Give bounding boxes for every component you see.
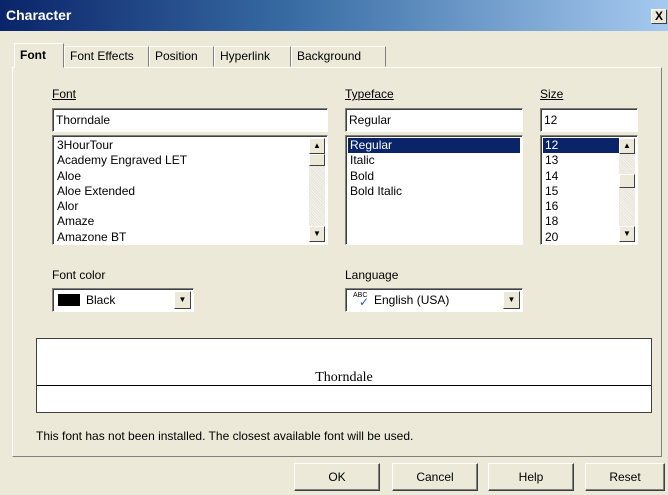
- character-dialog: Character X Font Font Effects Position H…: [0, 0, 668, 495]
- tab-background[interactable]: Background: [291, 46, 386, 67]
- font-color-value: Black: [86, 293, 116, 307]
- tab-hyperlink[interactable]: Hyperlink: [214, 46, 291, 67]
- dropdown-button[interactable]: ▼: [174, 291, 191, 309]
- font-list-item[interactable]: Academy Engraved LET: [55, 153, 309, 168]
- size-list-item[interactable]: 14: [543, 169, 619, 184]
- language-label: Language: [345, 268, 399, 282]
- font-color-label: Font color: [52, 268, 106, 282]
- font-note: This font has not been installed. The cl…: [36, 429, 414, 443]
- window-title: Character: [6, 7, 72, 23]
- size-list[interactable]: 12 13 14 15 16 18 20 ▲ ▼: [540, 135, 638, 245]
- arrow-down-icon: ▼: [313, 229, 321, 238]
- font-name-input[interactable]: Thorndale: [52, 108, 328, 132]
- typeface-list-item[interactable]: Italic: [348, 153, 520, 168]
- arrow-up-icon: ▲: [313, 141, 321, 150]
- size-list-item[interactable]: 18: [543, 214, 619, 229]
- typeface-list-item[interactable]: Bold: [348, 169, 520, 184]
- size-list-scrollbar[interactable]: ▲ ▼: [619, 138, 635, 242]
- language-dropdown[interactable]: ABC ✓ English (USA) ▼: [345, 288, 523, 312]
- chevron-down-icon: ▼: [507, 295, 516, 304]
- font-list-scrollbar[interactable]: ▲ ▼: [309, 138, 325, 242]
- cancel-button[interactable]: Cancel: [392, 463, 478, 491]
- size-list-item[interactable]: 16: [543, 199, 619, 214]
- size-list-items: 12 13 14 15 16 18 20: [543, 138, 619, 244]
- size-input[interactable]: 12: [540, 108, 638, 132]
- size-label: Size: [540, 87, 564, 101]
- size-list-item[interactable]: 20: [543, 230, 619, 244]
- close-icon: X: [654, 9, 663, 23]
- preview-sample: Thorndale: [37, 370, 651, 386]
- tab-font[interactable]: Font: [14, 43, 64, 68]
- font-label: Font: [52, 87, 77, 101]
- ok-button[interactable]: OK: [294, 463, 380, 491]
- scroll-up-button[interactable]: ▲: [309, 138, 325, 154]
- arrow-up-icon: ▲: [623, 141, 631, 150]
- tab-position[interactable]: Position: [149, 46, 214, 67]
- font-list-item[interactable]: Amaze: [55, 214, 309, 229]
- arrow-down-icon: ▼: [623, 229, 631, 238]
- tab-font-effects[interactable]: Font Effects: [64, 46, 149, 67]
- typeface-list-item[interactable]: Bold Italic: [348, 184, 520, 199]
- font-list-item[interactable]: Amazone BT: [55, 230, 309, 244]
- size-list-item-selected[interactable]: 12: [543, 138, 619, 154]
- color-swatch: [58, 294, 80, 306]
- language-value: English (USA): [374, 293, 450, 307]
- typeface-list-items: Regular Italic Bold Bold Italic: [348, 138, 520, 199]
- scroll-thumb[interactable]: [309, 154, 325, 166]
- typeface-input[interactable]: Regular: [345, 108, 523, 132]
- font-preview: Thorndale: [36, 338, 652, 413]
- close-button[interactable]: X: [651, 9, 667, 24]
- font-list-item[interactable]: Aloe Extended: [55, 184, 309, 199]
- font-list-item[interactable]: Alor: [55, 199, 309, 214]
- size-list-item[interactable]: 13: [543, 153, 619, 168]
- spellcheck-icon: ABC ✓: [353, 292, 370, 309]
- font-list-item[interactable]: Aloe: [55, 169, 309, 184]
- preview-text: Thorndale: [314, 370, 374, 385]
- dropdown-button[interactable]: ▼: [503, 291, 520, 309]
- font-list[interactable]: 3HourTour Academy Engraved LET Aloe Aloe…: [52, 135, 328, 245]
- scroll-thumb[interactable]: [619, 174, 635, 188]
- help-button[interactable]: Help: [488, 463, 574, 491]
- scroll-down-button[interactable]: ▼: [309, 226, 325, 242]
- font-list-item[interactable]: 3HourTour: [55, 138, 309, 153]
- typeface-list[interactable]: Regular Italic Bold Bold Italic: [345, 135, 523, 245]
- title-bar[interactable]: Character X: [0, 0, 668, 31]
- font-color-dropdown[interactable]: Black ▼: [52, 288, 194, 312]
- scroll-up-button[interactable]: ▲: [619, 138, 635, 154]
- typeface-list-item-selected[interactable]: Regular: [348, 138, 520, 154]
- font-list-items: 3HourTour Academy Engraved LET Aloe Aloe…: [55, 138, 309, 244]
- size-list-item[interactable]: 15: [543, 184, 619, 199]
- reset-button[interactable]: Reset: [585, 463, 665, 491]
- chevron-down-icon: ▼: [178, 295, 187, 304]
- typeface-label: Typeface: [345, 87, 394, 101]
- scroll-down-button[interactable]: ▼: [619, 226, 635, 242]
